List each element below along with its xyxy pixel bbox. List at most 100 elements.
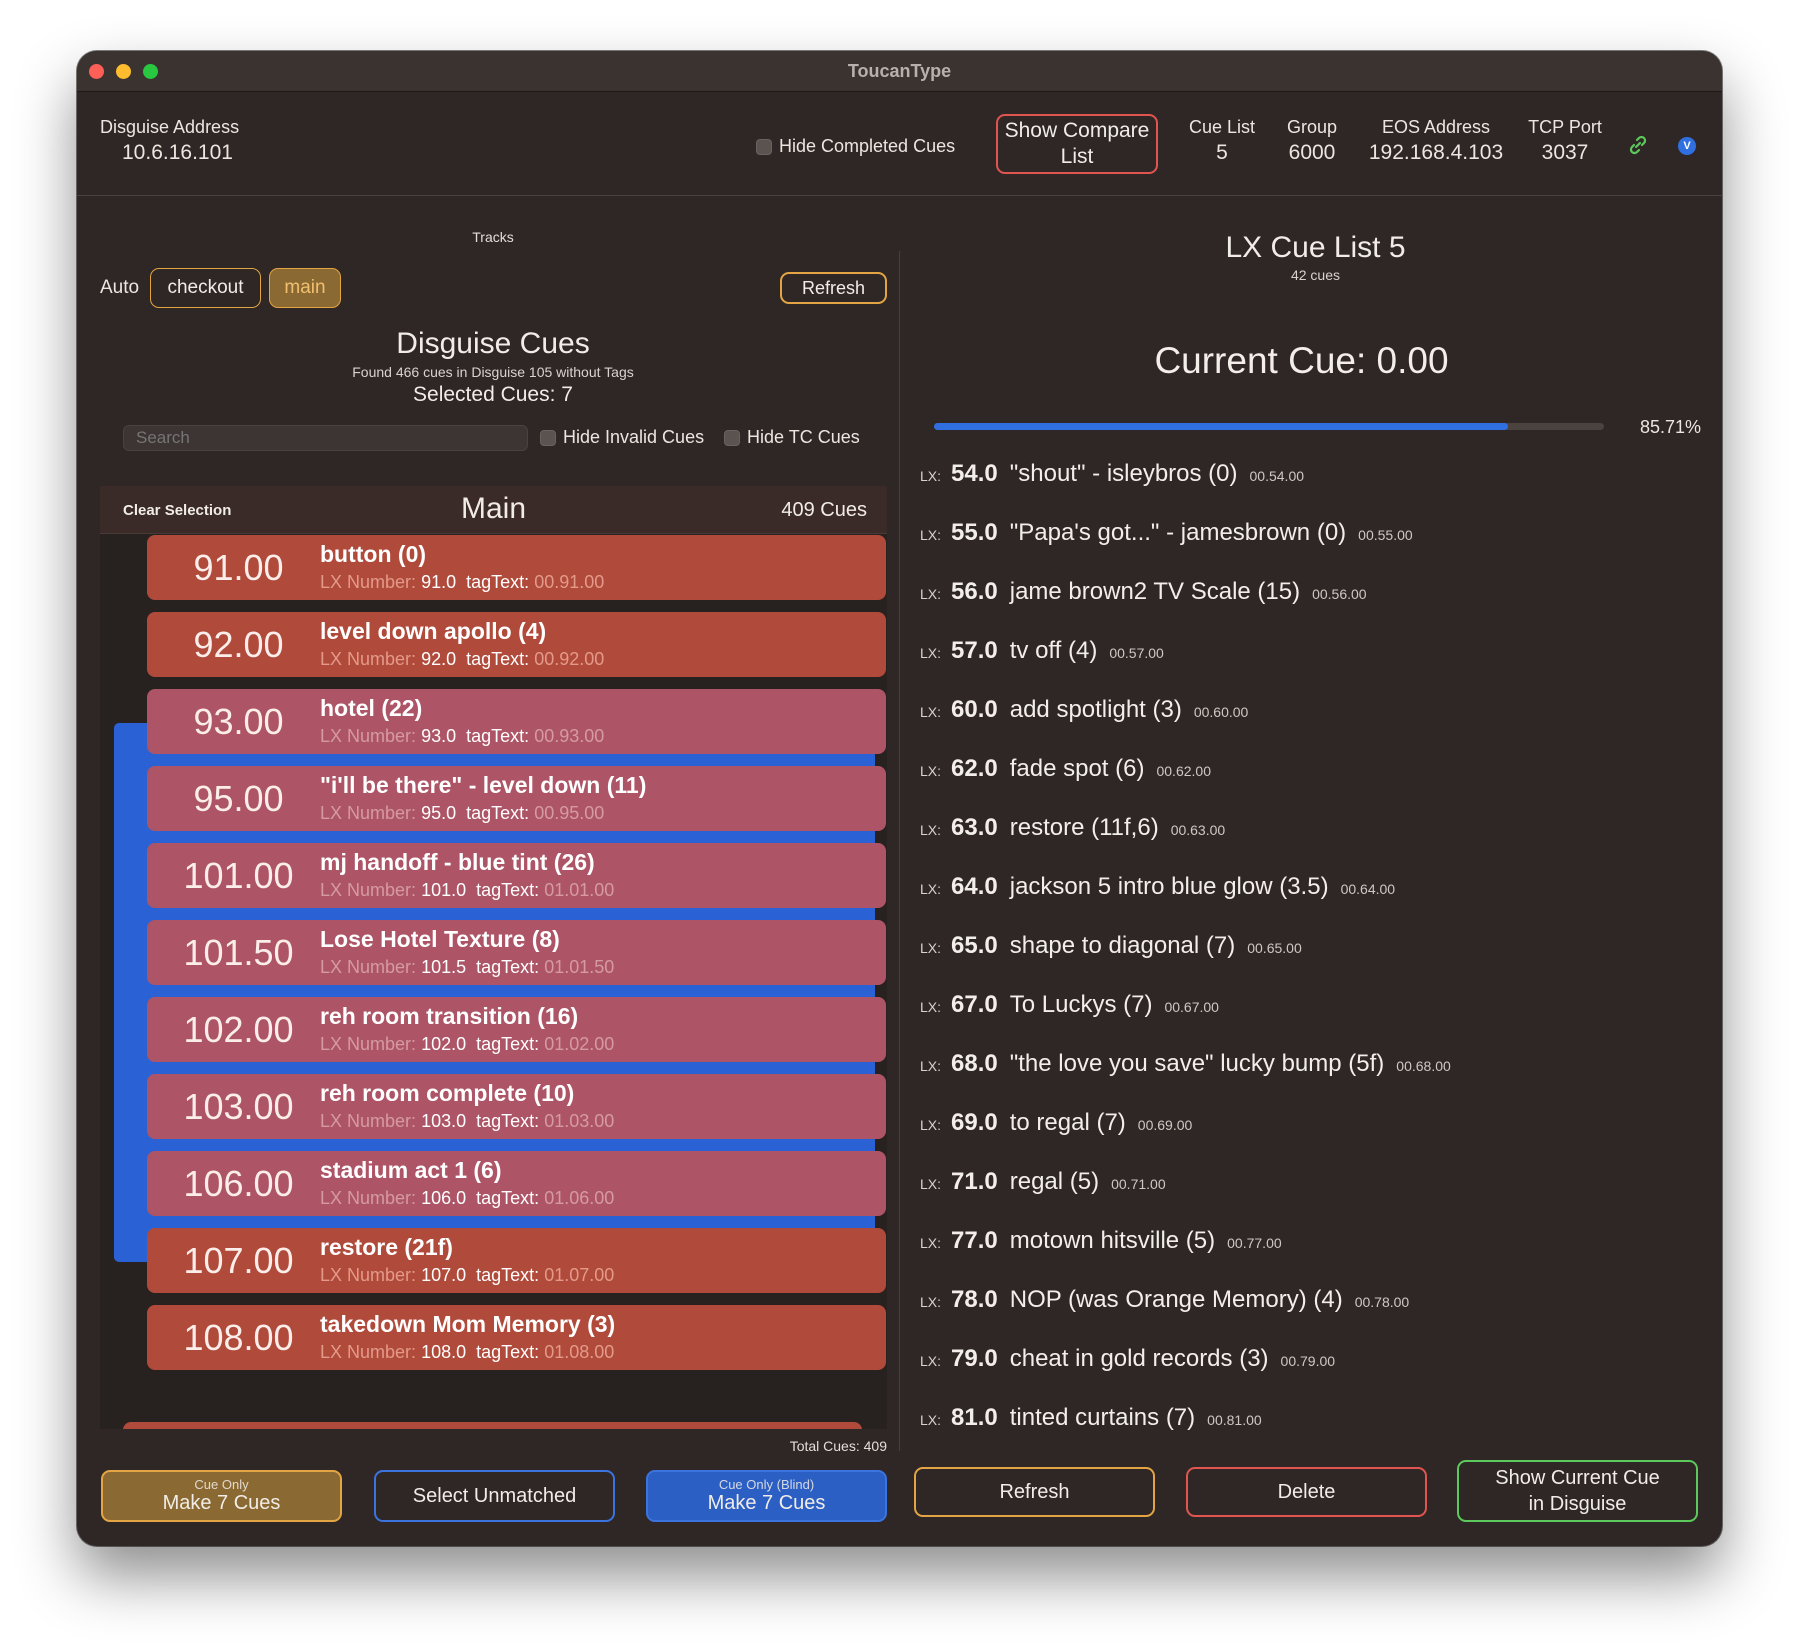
lx-cue-name: restore (11f,6): [1009, 814, 1159, 841]
tag-text-value: 01.08.00: [544, 1342, 615, 1362]
lx-cue-row[interactable]: LX: 56.0 jame brown2 TV Scale (15) 00.56.00: [920, 578, 1367, 608]
lx-cue-row[interactable]: LX: 68.0 "the love you save" lucky bump (5…: [920, 1050, 1451, 1080]
cue-details: LX Number: 106.0 tagText: 01.06.00: [320, 1188, 614, 1209]
cue-number: 108.00: [183, 1317, 294, 1358]
lx-cue-row[interactable]: LX: 65.0 shape to diagonal (7) 00.65.00: [920, 932, 1302, 962]
show-compare-line2: List: [1060, 145, 1094, 168]
cue-row[interactable]: 101.50 Lose Hotel Texture (8) LX Number: 1…: [147, 920, 886, 985]
refresh-lx-button[interactable]: Refresh: [914, 1467, 1155, 1517]
track-checkout-button[interactable]: checkout: [150, 268, 261, 308]
cue-details: LX Number: 95.0 tagText: 00.95.00: [320, 803, 604, 824]
lx-cue-timecode: 00.57.00: [1109, 645, 1164, 661]
refresh-tracks-button[interactable]: Refresh: [780, 272, 887, 304]
cue-row[interactable]: 92.00 level down apollo (4) LX Number: 92.…: [147, 612, 886, 677]
lx-tag: LX:: [920, 527, 942, 543]
lx-cue-row[interactable]: LX: 67.0 To Luckys (7) 00.67.00: [920, 991, 1219, 1021]
make-blind-caption: Cue Only (Blind): [718, 1476, 815, 1492]
disguise-address-value[interactable]: 10.6.16.101: [100, 140, 239, 165]
hide-completed-checkbox[interactable]: [756, 139, 772, 156]
lx-cue-row[interactable]: LX: 64.0 jackson 5 intro blue glow (3.5) 00…: [920, 873, 1395, 903]
cue-row[interactable]: 95.00 "i'll be there" - level down (11) LX…: [147, 766, 886, 831]
hide-invalid-toggle[interactable]: Hide Invalid Cues: [540, 427, 704, 448]
tcp-port-value[interactable]: 3037: [1517, 140, 1613, 165]
lx-number-value: 92.0: [421, 649, 457, 669]
tag-text-key: tagText:: [466, 649, 530, 669]
cue-row[interactable]: 102.00 reh room transition (16) LX Number:…: [147, 997, 886, 1062]
lx-cue-number: 78.0: [951, 1286, 998, 1313]
lx-cue-name: "shout" - isleybros (0): [1009, 460, 1238, 487]
lx-cue-number: 67.0: [951, 991, 998, 1018]
cue-details: LX Number: 103.0 tagText: 01.03.00: [320, 1111, 614, 1132]
track-main-button[interactable]: main: [269, 268, 341, 308]
link-icon[interactable]: [1627, 134, 1649, 156]
cue-row[interactable]: 93.00 hotel (22) LX Number: 93.0 tagText: …: [147, 689, 886, 754]
tag-text-key: tagText:: [476, 1188, 540, 1208]
lx-number-key: LX Number:: [320, 1111, 417, 1131]
lx-number-key: LX Number:: [320, 1342, 417, 1362]
panel-divider: [899, 251, 900, 1451]
lx-cue-name: tinted curtains (7): [1009, 1404, 1196, 1431]
lx-cue-name: To Luckys (7): [1009, 991, 1153, 1018]
cue-list-value[interactable]: 5: [1185, 140, 1259, 165]
lx-cue-row[interactable]: LX: 69.0 to regal (7) 00.69.00: [920, 1109, 1192, 1139]
hide-tc-toggle[interactable]: Hide TC Cues: [724, 427, 860, 448]
lx-cue-row[interactable]: LX: 54.0 "shout" - isleybros (0) 00.54.00: [920, 460, 1304, 490]
eos-address-value[interactable]: 192.168.4.103: [1361, 140, 1511, 165]
hide-tc-checkbox[interactable]: [724, 430, 740, 447]
lx-cue-timecode: 00.77.00: [1227, 1235, 1282, 1251]
cue-row[interactable]: 108.00 takedown Mom Memory (3) LX Number: …: [147, 1305, 886, 1370]
status-badge[interactable]: V: [1678, 137, 1696, 155]
lx-tag: LX:: [920, 468, 942, 484]
cue-list-name: Main: [460, 492, 527, 525]
hide-invalid-checkbox[interactable]: [540, 430, 556, 447]
lx-cue-row[interactable]: LX: 77.0 motown hitsville (5) 00.77.00: [920, 1227, 1282, 1257]
search-input[interactable]: [123, 425, 528, 451]
cue-list-group: Cue List 5: [1185, 115, 1259, 165]
make-cues-blind-button[interactable]: Cue Only (Blind) Make 7 Cues: [646, 1470, 887, 1522]
show-compare-line1: Show Compare: [1004, 119, 1150, 142]
lx-cue-row[interactable]: LX: 79.0 cheat in gold records (3) 00.79.00: [920, 1345, 1335, 1375]
refresh-lx-label: Refresh: [999, 1480, 1070, 1503]
selected-cues-text: Selected Cues: 7: [413, 383, 573, 406]
lx-cue-number: 65.0: [951, 932, 998, 959]
cue-row[interactable]: 107.00 restore (21f) LX Number: 107.0 tagT…: [147, 1228, 886, 1293]
cue-row[interactable]: 91.00 button (0) LX Number: 91.0 tagText: …: [147, 535, 886, 600]
lx-cue-row[interactable]: LX: 57.0 tv off (4) 00.57.00: [920, 637, 1164, 667]
lx-number-key: LX Number:: [320, 1034, 417, 1054]
cue-row[interactable]: 106.00 stadium act 1 (6) LX Number: 106.0 …: [147, 1151, 886, 1216]
lx-cue-row[interactable]: LX: 81.0 tinted curtains (7) 00.81.00: [920, 1404, 1262, 1434]
lx-cue-row[interactable]: LX: 62.0 fade spot (6) 00.62.00: [920, 755, 1211, 785]
lx-cue-name: "the love you save" lucky bump (5f): [1009, 1050, 1385, 1077]
tag-text-key: tagText:: [476, 1034, 540, 1054]
lx-tag: LX:: [920, 763, 942, 779]
lx-tag: LX:: [920, 940, 942, 956]
hide-invalid-label: Hide Invalid Cues: [563, 427, 705, 447]
lx-tag: LX:: [920, 1353, 942, 1369]
lx-number-key: LX Number:: [320, 572, 417, 592]
lx-number-value: 102.0: [421, 1034, 467, 1054]
cue-number: 93.00: [193, 701, 284, 742]
tag-text-key: tagText:: [466, 803, 530, 823]
lx-cue-timecode: 00.54.00: [1249, 468, 1305, 484]
lx-cue-row[interactable]: LX: 78.0 NOP (was Orange Memory) (4) 00.78.…: [920, 1286, 1409, 1316]
window-title: ToucanType: [847, 61, 952, 81]
lx-cue-row[interactable]: LX: 60.0 add spotlight (3) 00.60.00: [920, 696, 1248, 726]
make-cues-button[interactable]: Cue Only Make 7 Cues: [101, 1470, 342, 1522]
cue-row[interactable]: 103.00 reh room complete (10) LX Number: 1…: [147, 1074, 886, 1139]
show-compare-list-button[interactable]: Show Compare List: [996, 114, 1158, 174]
group-value[interactable]: 6000: [1275, 140, 1349, 165]
cue-row[interactable]: 101.00 mj handoff - blue tint (26) LX Numb…: [147, 843, 886, 908]
select-unmatched-button[interactable]: Select Unmatched: [374, 1470, 615, 1522]
lx-cue-row[interactable]: LX: 71.0 regal (5) 00.71.00: [920, 1168, 1166, 1198]
show-current-cue-button[interactable]: Show Current Cue in Disguise: [1457, 1460, 1698, 1522]
lx-cue-timecode: 00.60.00: [1193, 704, 1249, 720]
tag-text-key: tagText:: [466, 572, 530, 592]
tag-text-value: 01.01.00: [544, 880, 615, 900]
lx-cue-row[interactable]: LX: 63.0 restore (11f,6) 00.63.00: [920, 814, 1225, 844]
lx-cue-number: 60.0: [951, 696, 998, 723]
delete-button[interactable]: Delete: [1186, 1467, 1427, 1517]
hide-completed-toggle[interactable]: Hide Completed Cues: [756, 136, 955, 157]
lx-cue-row[interactable]: LX: 55.0 "Papa's got..." - jamesbrown (0) 0…: [920, 519, 1413, 549]
lx-cue-name: fade spot (6): [1009, 755, 1145, 782]
lx-cue-timecode: 00.55.00: [1358, 527, 1413, 543]
